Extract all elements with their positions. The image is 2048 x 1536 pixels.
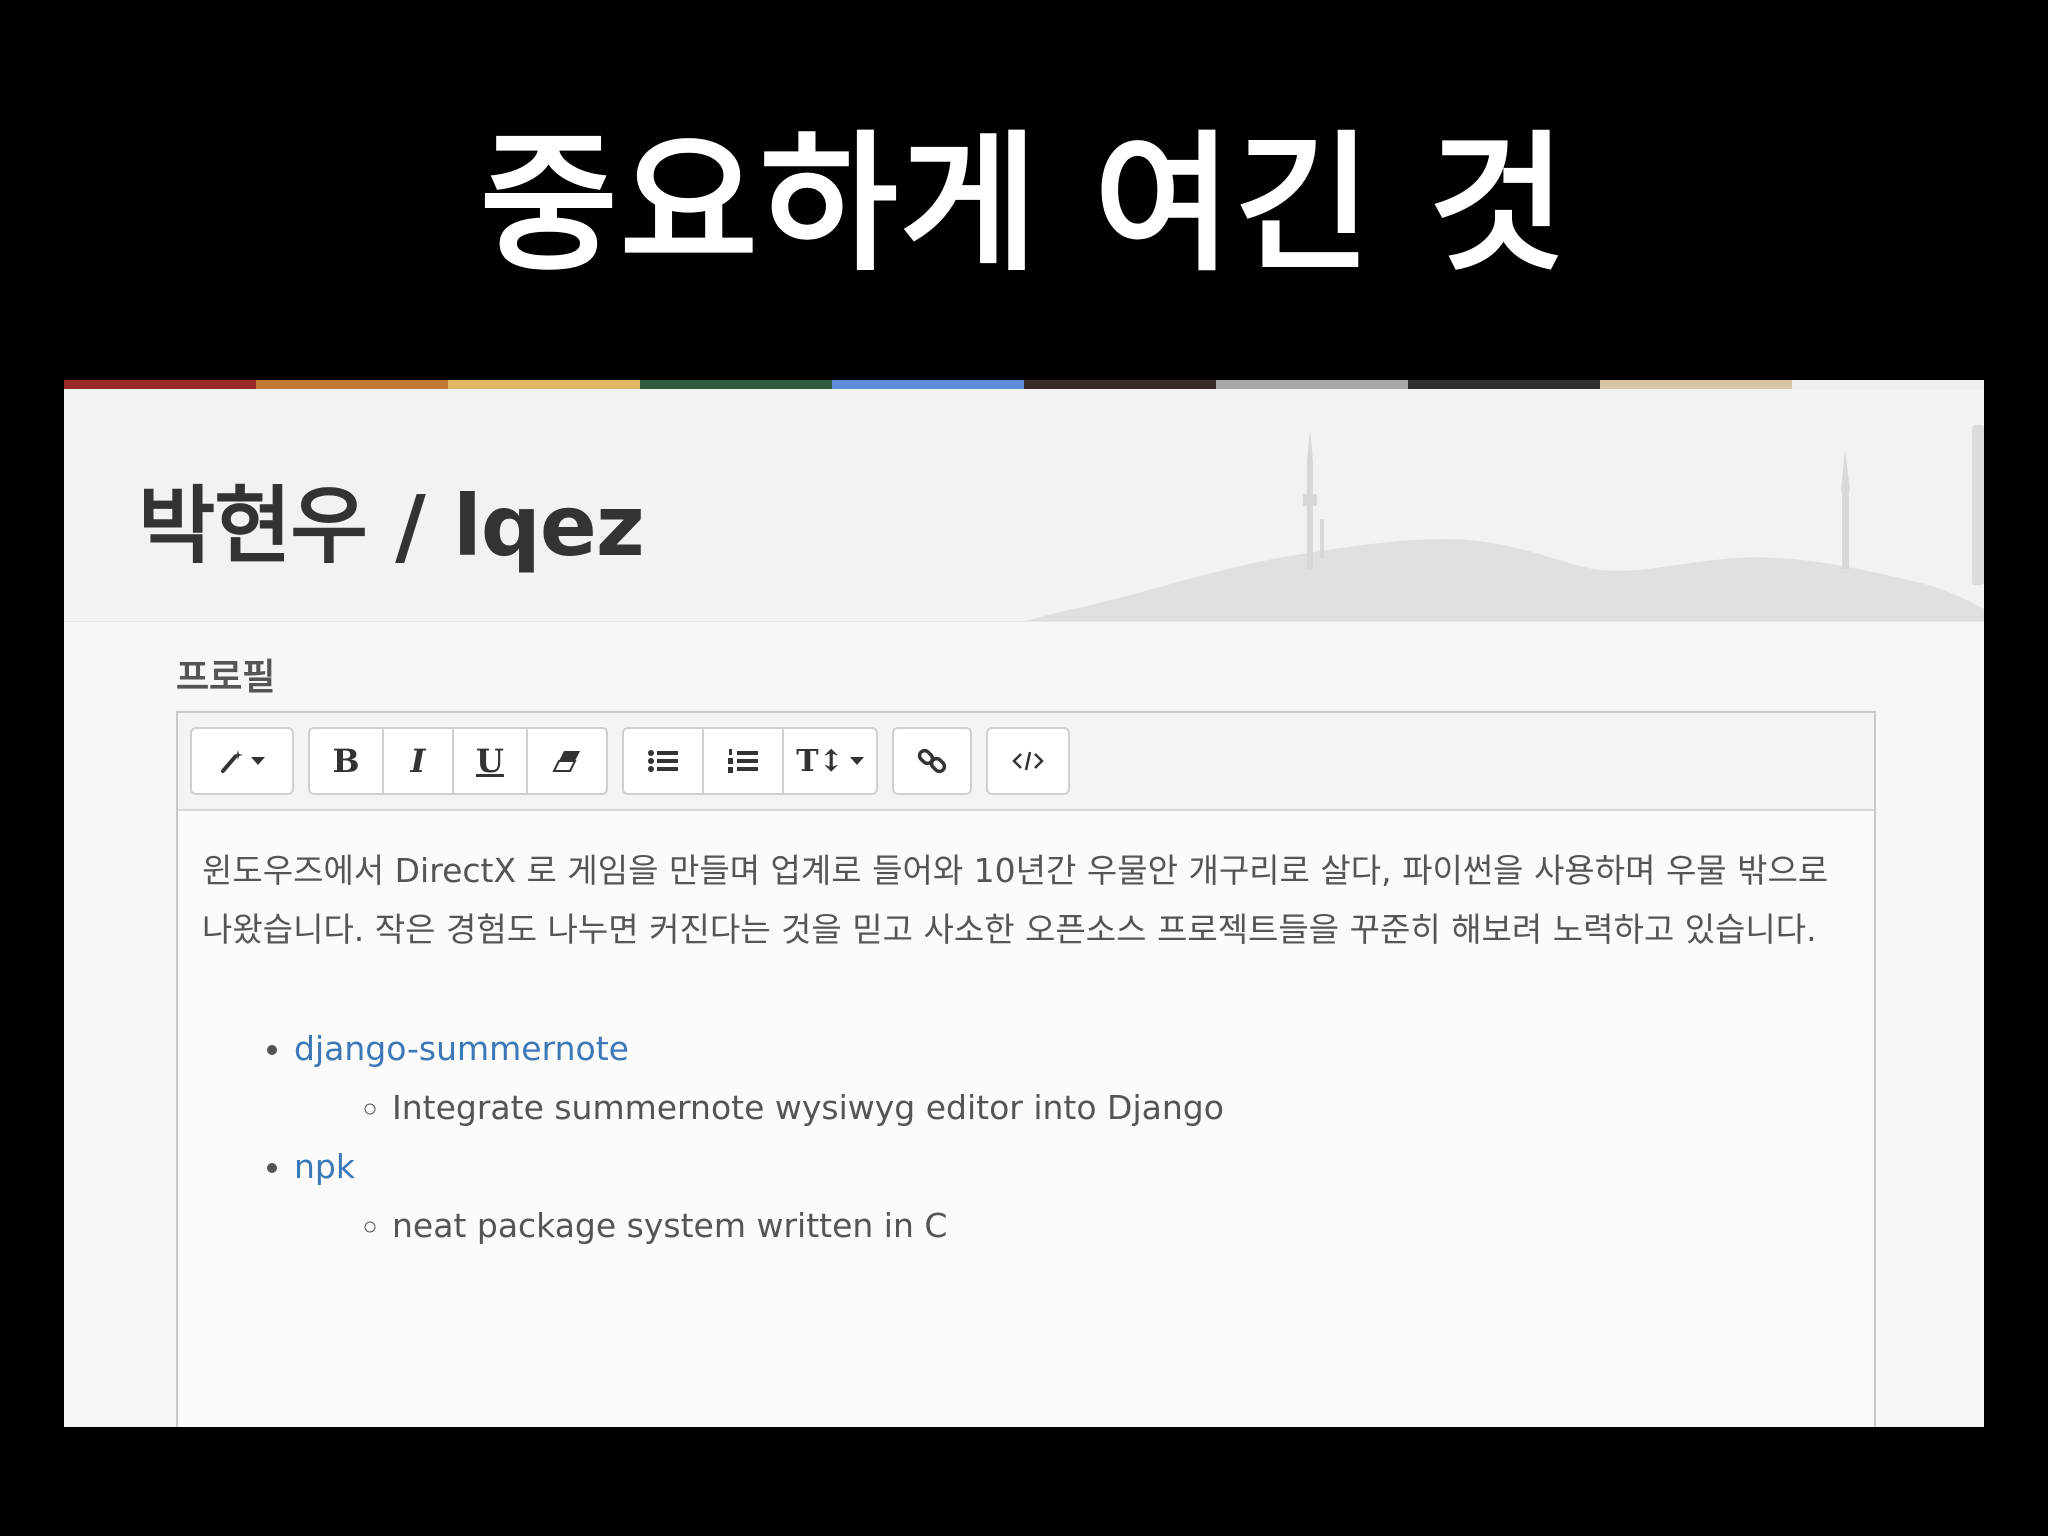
project-description: neat package system written in C bbox=[392, 1196, 1850, 1255]
scrollbar-thumb[interactable] bbox=[1972, 425, 1984, 585]
eraser-icon bbox=[552, 751, 580, 772]
insert-link-button[interactable] bbox=[892, 727, 972, 795]
font-size-label: T↕ bbox=[796, 743, 844, 779]
stripe-segment bbox=[1216, 380, 1408, 389]
font-style-group: B I U bbox=[308, 727, 608, 795]
rich-text-editor: B I U T↕ 윈도우즈에서 DirectX 로 게임을 만들며 업계로 들어… bbox=[176, 711, 1876, 1427]
chevron-down-icon bbox=[251, 757, 265, 765]
browser-screenshot: 박현우 / lqez 프로필 B I U T↕ 윈도우즈에서 DirectX 로… bbox=[64, 380, 1984, 1427]
bold-button[interactable]: B bbox=[308, 727, 382, 795]
underline-button[interactable]: U bbox=[452, 727, 526, 795]
editor-toolbar: B I U T↕ bbox=[178, 713, 1874, 811]
link-icon bbox=[917, 748, 947, 774]
stripe-segment bbox=[1792, 380, 1984, 389]
stripe-segment bbox=[1024, 380, 1216, 389]
project-description: Integrate summernote wysiwyg editor into… bbox=[392, 1078, 1850, 1137]
editor-content[interactable]: 윈도우즈에서 DirectX 로 게임을 만들며 업계로 들어와 10년간 우물… bbox=[178, 811, 1874, 1255]
code-view-icon bbox=[1012, 751, 1044, 771]
project-link-django-summernote[interactable]: django-summernote bbox=[294, 1029, 629, 1068]
stripe-segment bbox=[1408, 380, 1600, 389]
project-list: django-summernote Integrate summernote w… bbox=[202, 1019, 1850, 1255]
stripe-segment bbox=[64, 380, 256, 389]
sub-list: Integrate summernote wysiwyg editor into… bbox=[294, 1078, 1850, 1137]
stripe-segment bbox=[832, 380, 1024, 389]
slide-title: 중요하게 여긴 것 bbox=[479, 118, 1569, 292]
style-dropdown-button[interactable] bbox=[190, 727, 294, 795]
stripe-segment bbox=[256, 380, 448, 389]
italic-button[interactable]: I bbox=[382, 727, 452, 795]
stripe-segment bbox=[640, 380, 832, 389]
profile-intro-text: 윈도우즈에서 DirectX 로 게임을 만들며 업계로 들어와 10년간 우물… bbox=[202, 851, 1829, 949]
stripe-segment bbox=[1600, 380, 1792, 389]
chevron-down-icon bbox=[849, 757, 864, 765]
magic-wand-icon bbox=[221, 750, 243, 773]
seoul-skyline-illustration bbox=[1024, 429, 1984, 621]
ordered-list-button[interactable] bbox=[702, 727, 782, 795]
list-item: django-summernote Integrate summernote w… bbox=[294, 1019, 1850, 1137]
paragraph-group: T↕ bbox=[622, 727, 878, 795]
ordered-list-icon bbox=[728, 749, 758, 773]
clear-format-button[interactable] bbox=[526, 727, 608, 795]
unordered-list-icon bbox=[648, 750, 678, 772]
insert-group bbox=[892, 727, 972, 795]
unordered-list-button[interactable] bbox=[622, 727, 702, 795]
font-size-dropdown-button[interactable]: T↕ bbox=[782, 727, 878, 795]
sub-list: neat package system written in C bbox=[294, 1196, 1850, 1255]
color-stripe bbox=[64, 380, 1984, 389]
project-link-npk[interactable]: npk bbox=[294, 1147, 355, 1186]
list-item: npk neat package system written in C bbox=[294, 1137, 1850, 1255]
profile-section-label: 프로필 bbox=[176, 657, 276, 698]
style-group bbox=[190, 727, 294, 795]
view-group bbox=[986, 727, 1070, 795]
stripe-segment bbox=[448, 380, 640, 389]
code-view-button[interactable] bbox=[986, 727, 1070, 795]
page-title: 박현우 / lqez bbox=[138, 477, 645, 575]
page-header: 박현우 / lqez bbox=[64, 389, 1984, 622]
